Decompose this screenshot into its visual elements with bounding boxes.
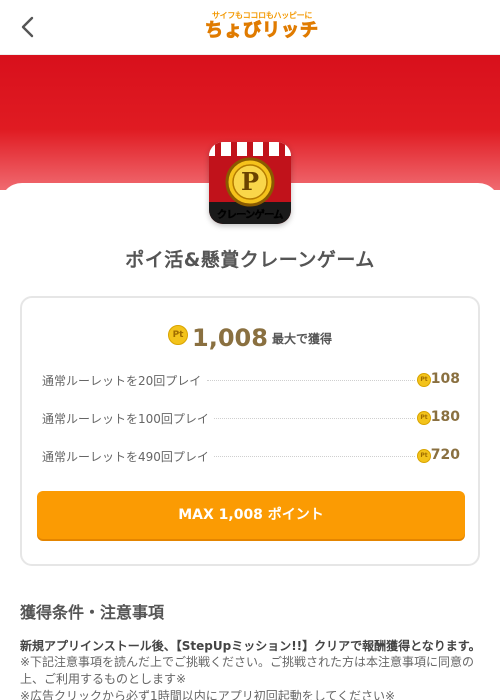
total-value: 1,008 — [192, 324, 268, 352]
reward-row: 通常ルーレットを20回プレイ Pt 108 — [42, 370, 460, 390]
total-points: Pt 1,008 最大で獲得 — [22, 324, 478, 352]
reward-row-label: 通常ルーレットを100回プレイ — [42, 412, 209, 426]
total-suffix: 最大で獲得 — [271, 331, 332, 346]
app-icon-letter: P — [241, 167, 259, 196]
top-header: サイフもココロもハッピーに ちょびリッチ — [0, 0, 500, 55]
reward-row-value: 720 — [430, 447, 460, 463]
reward-box: Pt 1,008 最大で獲得 通常ルーレットを20回プレイ Pt 108 通常ルーレ… — [20, 296, 480, 566]
reward-row-label: 通常ルーレットを20回プレイ — [42, 374, 202, 388]
reward-row-value: 180 — [430, 409, 460, 425]
point-icon: Pt — [417, 449, 431, 463]
reward-row: 通常ルーレットを490回プレイ Pt 720 — [42, 446, 460, 466]
chevron-left-icon — [21, 16, 34, 38]
point-icon: Pt — [417, 373, 431, 387]
point-icon: Pt — [417, 411, 431, 425]
point-icon: Pt — [168, 325, 189, 345]
dotted-divider — [207, 380, 415, 381]
reward-row-value: 108 — [430, 371, 460, 387]
conditions-heading: 獲得条件・注意事項 — [20, 603, 165, 622]
max-points-button[interactable]: MAX 1,008 ポイント — [37, 491, 465, 539]
reward-row: 通常ルーレットを100回プレイ Pt 180 — [42, 408, 460, 428]
back-button[interactable] — [14, 12, 44, 42]
reward-row-label: 通常ルーレットを490回プレイ — [42, 450, 209, 464]
page-title: ポイ活&懸賞クレーンゲーム — [125, 249, 375, 271]
dotted-divider — [214, 456, 415, 457]
conditions-note: ※下記注意事項を読んだ上でご挑戦ください。ご挑戦された方は本注意事項に同意の上、… — [20, 655, 475, 686]
crane-game-app-icon: P クレーンゲーム — [209, 142, 291, 224]
app-icon-caption: クレーンゲーム — [217, 210, 284, 222]
dotted-divider — [214, 418, 415, 419]
chobirich-logo[interactable]: サイフもココロもハッピーに ちょびリッチ — [205, 11, 319, 43]
conditions-main-text: 新規アプリインストール後、【StepUpミッション!!】クリアで報酬獲得となりま… — [20, 639, 481, 653]
conditions-note: ※広告クリックから必ず1時間以内にアプリ初回起動をしてください※ — [20, 689, 396, 700]
logo-text: ちょびリッチ — [205, 20, 319, 42]
